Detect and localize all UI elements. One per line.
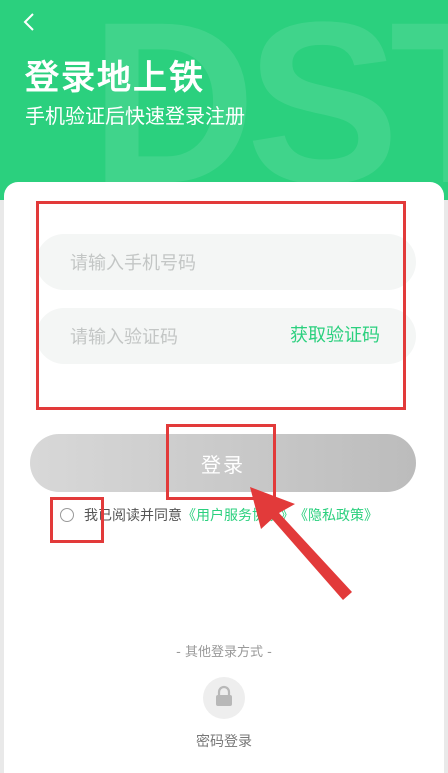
get-code-button[interactable]: 获取验证码 [290, 308, 380, 364]
agreement-row: 我已阅读并同意 《用户服务协议》 《隐私政策》 [60, 504, 378, 526]
other-login-label: - 其他登录方式 - [176, 645, 272, 660]
code-input-row[interactable]: 获取验证码 [36, 308, 416, 366]
phone-input[interactable] [68, 234, 312, 292]
header: DST 登录地上铁 手机验证后快速登录注册 [0, 0, 448, 200]
page-subtitle: 手机验证后快速登录注册 [25, 104, 245, 128]
page-title: 登录地上铁 [25, 58, 205, 98]
code-input[interactable] [68, 308, 312, 366]
phone-input-row[interactable] [36, 234, 416, 292]
user-agreement-link[interactable]: 《用户服务协议》 [182, 505, 294, 525]
agreement-text: 我已阅读并同意 [84, 508, 182, 524]
password-login-button[interactable] [203, 677, 245, 719]
login-button[interactable]: 登录 [30, 434, 416, 492]
privacy-policy-link[interactable]: 《隐私政策》 [294, 505, 378, 525]
password-login-label[interactable]: 密码登录 [0, 731, 448, 751]
chevron-left-icon[interactable] [20, 8, 44, 38]
agree-checkbox[interactable] [60, 508, 74, 522]
lock-icon [214, 685, 234, 711]
